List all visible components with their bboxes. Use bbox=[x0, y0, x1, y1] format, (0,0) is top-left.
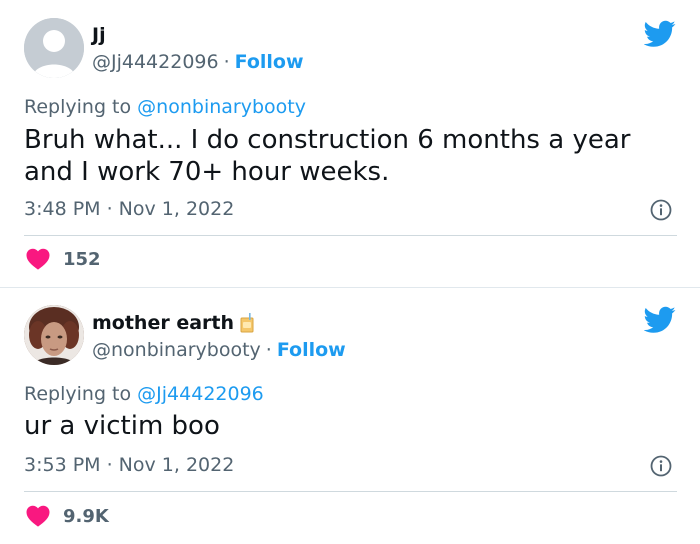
follow-link[interactable]: Follow bbox=[277, 339, 346, 361]
divider bbox=[24, 491, 677, 492]
tweet-timestamp[interactable]: 3:48 PM · Nov 1, 2022 bbox=[24, 198, 234, 220]
user-handle[interactable]: @Jj44422096 bbox=[92, 51, 219, 73]
replying-to-mention[interactable]: @nonbinarybooty bbox=[137, 96, 306, 118]
info-icon[interactable] bbox=[650, 455, 672, 477]
tweet-text: ur a victim boo bbox=[24, 411, 220, 441]
replying-to-line: Replying to @nonbinarybooty bbox=[24, 96, 306, 118]
tweet-timestamp[interactable]: 3:53 PM · Nov 1, 2022 bbox=[24, 454, 234, 476]
juice-box-icon bbox=[240, 313, 254, 333]
replying-to-label: Replying to bbox=[24, 96, 132, 118]
tweet-card[interactable]: mother earth @nonbinarybooty · Follow Repl… bbox=[0, 288, 700, 544]
handle-line: @Jj44422096 · Follow bbox=[92, 51, 304, 73]
display-name[interactable]: Jj bbox=[92, 24, 304, 46]
default-avatar-icon bbox=[24, 18, 84, 78]
author-block: Jj @Jj44422096 · Follow bbox=[92, 24, 304, 73]
tweet-text: Bruh what... I do construction 6 months … bbox=[24, 125, 631, 187]
follow-link[interactable]: Follow bbox=[235, 51, 304, 73]
author-block: mother earth @nonbinarybooty · Follow bbox=[92, 312, 346, 361]
avatar[interactable] bbox=[24, 305, 84, 365]
replying-to-label: Replying to bbox=[24, 383, 132, 405]
twitter-bird-icon[interactable] bbox=[644, 306, 676, 334]
like-button[interactable]: 152 bbox=[26, 248, 101, 270]
avatar[interactable] bbox=[24, 18, 84, 78]
divider bbox=[24, 235, 677, 236]
display-name-row: mother earth bbox=[92, 312, 346, 334]
handle-line: @nonbinarybooty · Follow bbox=[92, 339, 346, 361]
separator-dot: · bbox=[223, 51, 230, 73]
replying-to-mention[interactable]: @Jj44422096 bbox=[137, 383, 264, 405]
separator-dot: · bbox=[265, 339, 272, 361]
user-handle[interactable]: @nonbinarybooty bbox=[92, 339, 261, 361]
like-button[interactable]: 9.9K bbox=[26, 505, 109, 527]
like-count: 9.9K bbox=[63, 505, 109, 527]
display-name[interactable]: mother earth bbox=[92, 312, 234, 334]
heart-icon bbox=[26, 248, 50, 270]
tweet-card[interactable]: Jj @Jj44422096 · Follow Replying to @nonbi… bbox=[0, 0, 700, 287]
profile-photo-icon bbox=[24, 305, 84, 365]
twitter-bird-icon[interactable] bbox=[644, 20, 676, 48]
info-icon[interactable] bbox=[650, 199, 672, 221]
like-count: 152 bbox=[63, 248, 101, 270]
replying-to-line: Replying to @Jj44422096 bbox=[24, 383, 264, 405]
heart-icon bbox=[26, 505, 50, 527]
